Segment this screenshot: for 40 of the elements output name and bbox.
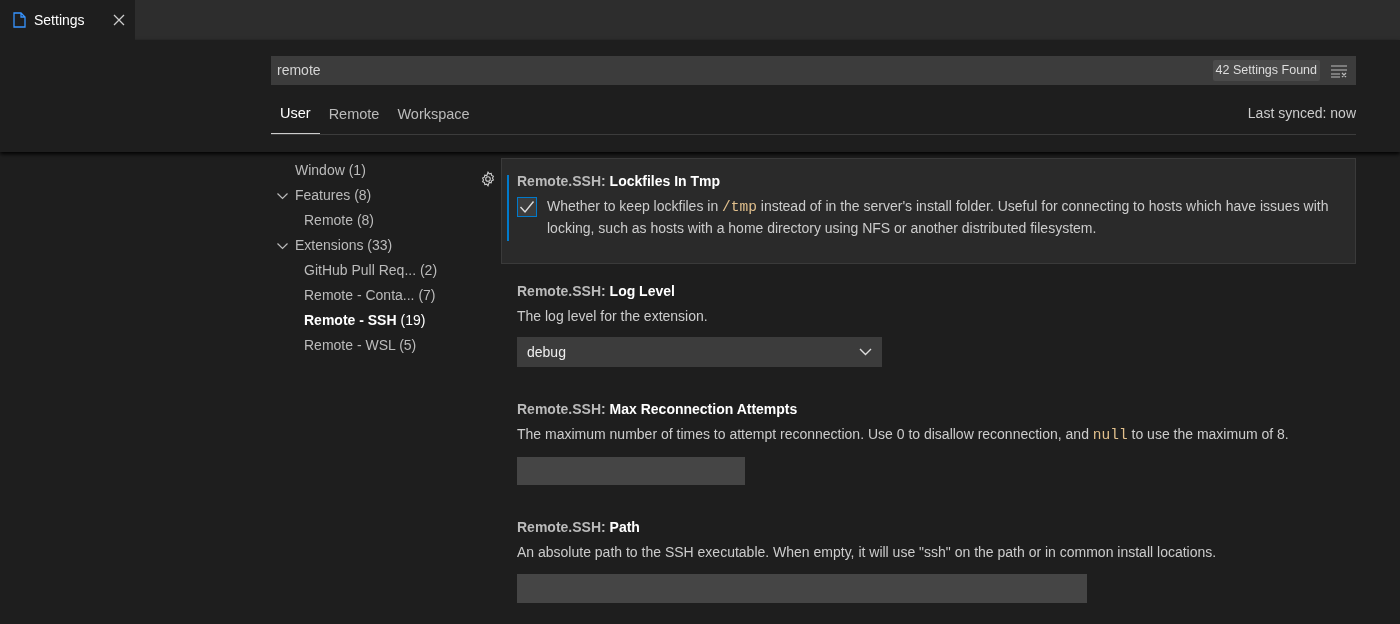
gear-icon	[480, 171, 496, 187]
setting-title: Remote.SSH: Lockfiles In Tmp	[517, 172, 722, 191]
search-field[interactable]: remote 42 Settings Found	[271, 56, 1356, 85]
log-level-dropdown[interactable]: debug	[517, 337, 882, 367]
toc-item[interactable]: Window (1)	[276, 158, 501, 183]
setting-title: Remote.SSH: Log Level	[517, 282, 676, 301]
setting-description: An absolute path to the SSH executable. When empty, it will use "ssh" on the path or in common install locations.	[517, 543, 1218, 562]
setting-title: Remote.SSH: Path	[517, 518, 641, 537]
toc-item[interactable]: Remote - WSL (5)	[276, 333, 501, 358]
toc-item[interactable]: Extensions (33)	[276, 233, 501, 258]
sync-status: Last synced: now	[1247, 104, 1356, 123]
scope-tab[interactable]: Remote	[319, 104, 389, 134]
clear-filter-button[interactable]	[1330, 63, 1348, 78]
toc-item[interactable]: Remote - Conta... (7)	[276, 283, 501, 308]
focus-indicator	[507, 175, 509, 241]
chevron-icon	[276, 190, 289, 201]
setting-description: The maximum number of times to attempt reconnection. Use 0 to disallow reconnection, and null to use the maximum of 8.	[517, 425, 1290, 445]
editor-tab[interactable]: Settings	[0, 0, 135, 40]
scope-tab[interactable]: User	[271, 103, 320, 134]
result-count: 42 Settings Found	[1212, 60, 1320, 81]
toc-item[interactable]: Remote (8)	[276, 208, 501, 233]
setting-title: Remote.SSH: Max Reconnection Attempts	[517, 400, 799, 419]
setting-description: The log level for the extension.	[517, 307, 709, 326]
number-input-field[interactable]	[517, 457, 745, 485]
tab-title: Settings	[34, 10, 86, 30]
chevron-down-icon	[859, 348, 872, 356]
check-icon	[519, 200, 535, 214]
close-button[interactable]	[113, 14, 125, 26]
checkbox[interactable]	[517, 197, 537, 217]
toc-item[interactable]: Remote - SSH (19)	[276, 308, 501, 333]
clear-filter-icon	[1330, 63, 1348, 78]
setting-description: Whether to keep lockfiles in /tmp instead of in the server's install folder. Useful for connecting to hosts which have issues with locking, such as hosts with a home directory using NFS or another distributed filesystem.	[547, 197, 1330, 238]
text-input-field[interactable]	[517, 574, 1087, 603]
toc-item[interactable]: GitHub Pull Req... (2)	[276, 258, 501, 283]
close-icon	[113, 14, 125, 26]
toc-item[interactable]: Features (8)	[276, 183, 501, 208]
chevron-icon	[276, 240, 289, 251]
file-icon	[12, 12, 26, 28]
settings-gear-button[interactable]	[480, 171, 496, 187]
scope-tab[interactable]: Workspace	[388, 104, 479, 134]
